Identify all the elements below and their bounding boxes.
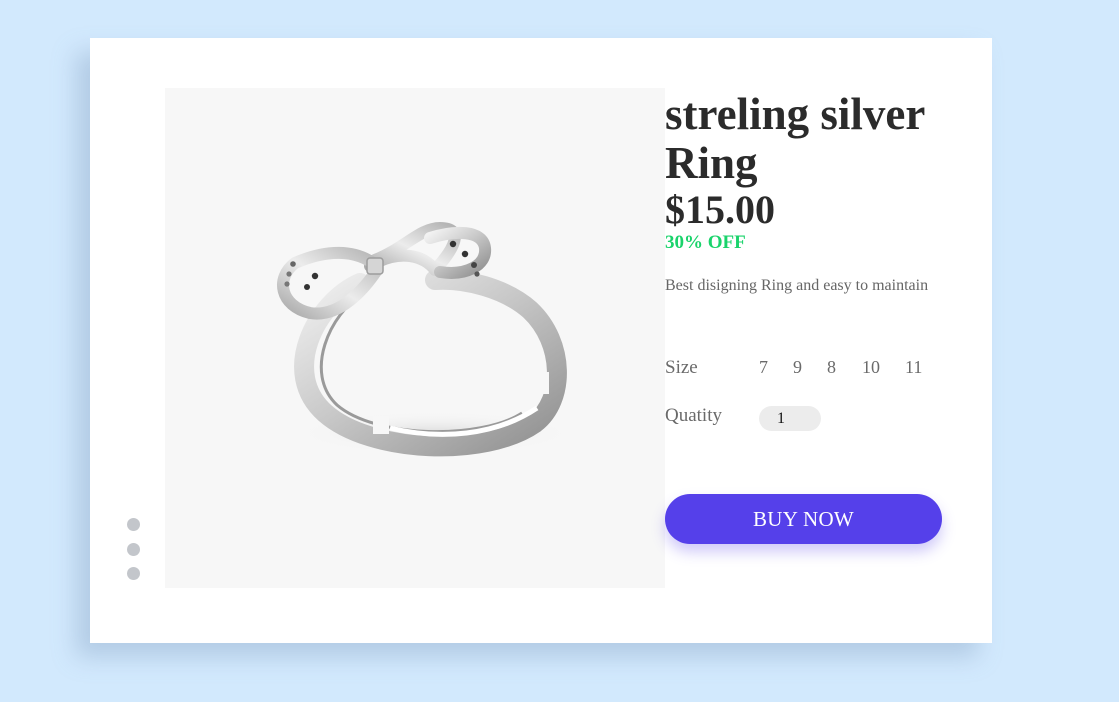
ring-image [277,222,575,457]
discount-badge: 30% OFF [665,232,746,253]
size-option-7[interactable]: 7 [759,357,768,378]
buy-now-button[interactable]: BUY NOW [665,494,942,544]
quantity-selector: Quatity [665,403,965,433]
product-price: $15.00 [665,187,775,232]
size-option-10[interactable]: 10 [862,357,880,378]
quantity-label: Quatity [665,405,722,426]
size-selector: Size 7 9 8 10 11 [665,355,965,385]
carousel-dot-2[interactable] [127,542,140,556]
size-option-8[interactable]: 8 [827,357,836,378]
size-label: Size [665,357,698,378]
carousel-dots [127,518,141,592]
product-image [165,88,665,588]
product-info: streling silver Ring $15.00 30% OFF Best… [665,89,965,544]
size-option-11[interactable]: 11 [905,357,922,378]
carousel-dot-3[interactable] [127,567,140,580]
product-title: streling silver Ring [665,89,925,188]
carousel-dot-1[interactable] [127,518,140,531]
product-description: Best disigning Ring and easy to maintain [665,277,929,294]
quantity-input[interactable] [759,406,821,431]
size-option-9[interactable]: 9 [793,357,802,378]
product-card: streling silver Ring $15.00 30% OFF Best… [90,38,992,643]
